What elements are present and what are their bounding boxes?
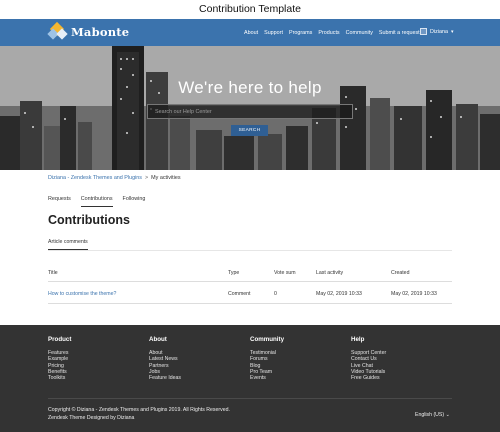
column-header-last-activity: Last activity (316, 270, 344, 276)
breadcrumb: Diziana - Zendesk Themes and Plugins > M… (48, 175, 181, 181)
footer-link[interactable]: Toolkits (48, 375, 71, 381)
footer-copyright: Copyright © Diziana - Zendesk Themes and… (48, 407, 230, 422)
footer-heading: Product (48, 336, 72, 343)
subtab-divider (48, 250, 452, 251)
footer-column-community: Community Testimonial Forums Blog Pro Te… (250, 336, 284, 381)
column-header-type: Type (228, 270, 240, 276)
brand-logo[interactable]: Mabonte (47, 21, 130, 40)
footer-link[interactable]: Events (250, 375, 284, 381)
column-header-created: Created (391, 270, 410, 276)
nav-link-support[interactable]: Support (264, 30, 283, 36)
table-header: Title Type Vote sum Last activity Create… (48, 266, 452, 282)
user-avatar-icon (420, 28, 427, 35)
search-input[interactable] (148, 108, 352, 115)
brand-name: Mabonte (71, 25, 130, 39)
tab-following[interactable]: Following (123, 196, 146, 207)
row-created: May 02, 2019 10:33 (391, 291, 437, 297)
footer-link[interactable]: Example (48, 356, 71, 362)
row-type: Comment (228, 291, 251, 297)
window-title: Contribution Template (0, 0, 500, 19)
site-footer: Product Features Example Pricing Benefit… (0, 325, 500, 432)
language-label: English (US) (415, 412, 445, 418)
footer-heading: About (149, 336, 167, 343)
footer-column-about: About About Latest News Partners Jobs Fe… (149, 336, 181, 381)
footer-link[interactable]: Feature Ideas (149, 375, 181, 381)
hero-title: We're here to help (178, 78, 322, 97)
activity-tabs: Requests Contributions Following (48, 196, 155, 207)
copyright-text: Copyright © Diziana - Zendesk Themes and… (48, 407, 230, 413)
top-navbar: Mabonte About Support Programs Products … (0, 19, 500, 46)
footer-column-product: Product Features Example Pricing Benefit… (48, 336, 71, 381)
tab-requests[interactable]: Requests (48, 196, 71, 207)
column-header-vote-sum: Vote sum (274, 270, 296, 276)
nav-link-submit-request[interactable]: Submit a request (379, 30, 420, 36)
footer-heading: Help (351, 336, 365, 343)
help-center-search[interactable] (147, 104, 353, 119)
nav-links: About Support Programs Products Communit… (244, 19, 426, 46)
nav-link-products[interactable]: Products (318, 30, 339, 36)
tab-contributions[interactable]: Contributions (80, 196, 113, 207)
designer-credit: Zendesk Theme Designed by Diziana (48, 414, 135, 421)
page-title: Contributions (48, 213, 130, 227)
breadcrumb-current: My activities (151, 175, 181, 181)
contributions-table: Title Type Vote sum Last activity Create… (48, 266, 452, 304)
search-button[interactable]: SEARCH (231, 125, 268, 136)
column-header-title: Title (48, 270, 58, 276)
footer-divider (48, 398, 452, 399)
user-menu[interactable]: Diziana ▾ (420, 28, 454, 35)
row-title-link[interactable]: How to customise the theme? (48, 291, 116, 297)
subtab-article-comments[interactable]: Article comments (48, 239, 88, 250)
diamond-logo-icon (47, 21, 68, 40)
footer-column-help: Help Support Center Contact Us Live Chat… (351, 336, 386, 381)
breadcrumb-home-link[interactable]: Diziana - Zendesk Themes and Plugins (48, 175, 142, 181)
chevron-down-icon: ▾ (450, 28, 454, 35)
chevron-down-icon: ⌄ (445, 412, 450, 418)
footer-link[interactable]: Latest News (149, 356, 181, 362)
nav-link-about[interactable]: About (244, 30, 258, 36)
language-selector[interactable]: English (US) ⌄ (415, 412, 450, 418)
hero-banner: We're here to help SEARCH (0, 46, 500, 170)
nav-link-community[interactable]: Community (346, 30, 373, 36)
footer-link[interactable]: Free Guides (351, 375, 386, 381)
user-name: Diziana (430, 28, 448, 35)
row-vote-sum: 0 (274, 291, 277, 297)
nav-link-programs[interactable]: Programs (289, 30, 312, 36)
row-last-activity: May 02, 2019 10:33 (316, 291, 362, 297)
table-row: How to customise the theme? Comment 0 Ma… (48, 282, 452, 304)
footer-heading: Community (250, 336, 285, 343)
breadcrumb-separator: > (145, 175, 149, 181)
